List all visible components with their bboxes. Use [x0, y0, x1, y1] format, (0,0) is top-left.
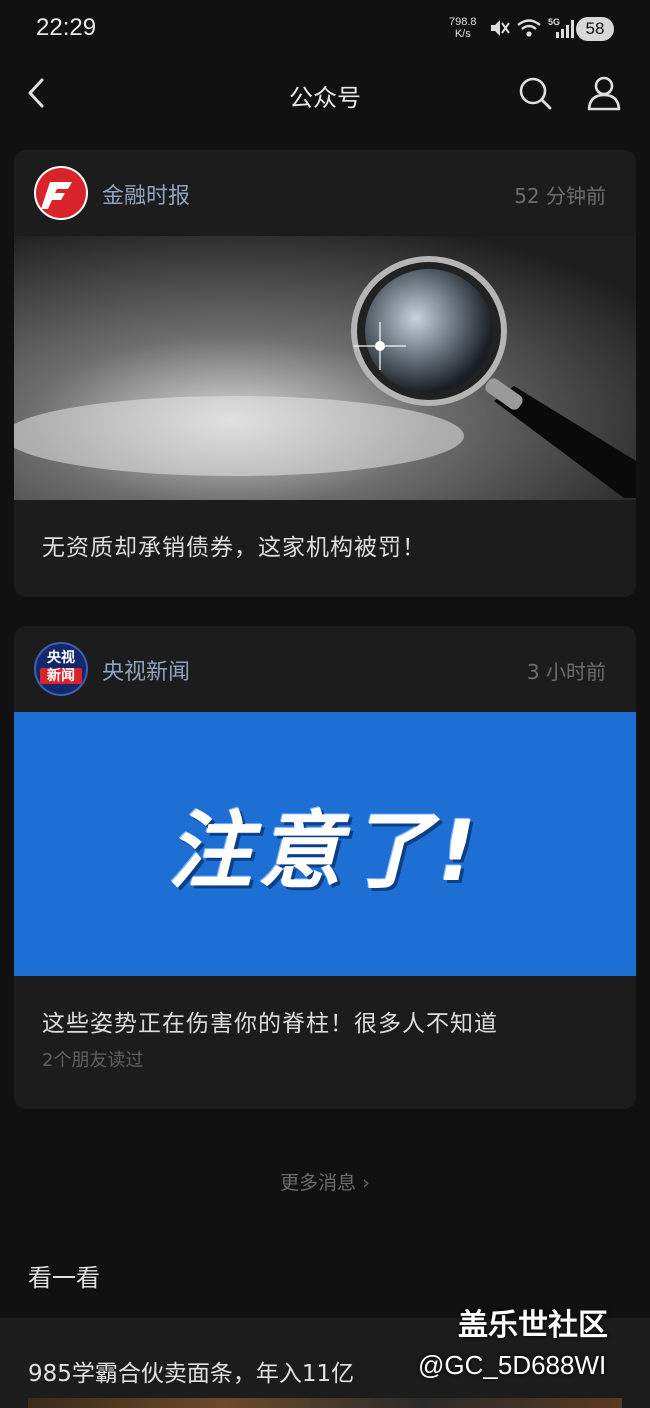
svg-text:5G: 5G: [548, 17, 560, 27]
status-bar: 22:29 798.8 K/s 5G 58: [0, 0, 650, 60]
avatar[interactable]: [34, 166, 88, 220]
feed-article-thumbnail: [28, 1398, 622, 1408]
article-cover-image[interactable]: 注意了!: [14, 712, 636, 976]
account-name[interactable]: 央视新闻: [102, 654, 190, 686]
feed-article-title[interactable]: 985学霸合伙卖面条，年入11亿: [28, 1354, 354, 1388]
article-title[interactable]: 无资质却承销债券，这家机构被罚！: [42, 528, 426, 562]
post-time: 3 小时前: [526, 660, 606, 684]
article-card[interactable]: 央视 新闻 央视新闻 3 小时前 注意了! 这些姿势正在伤害你的脊柱！很多人不知…: [14, 626, 636, 1109]
post-time: 52 分钟前: [514, 184, 606, 208]
watermark-handle: @GC_5D688WI: [418, 1350, 607, 1380]
nav-bar: 公众号: [0, 60, 650, 130]
ft-logo-icon: [36, 168, 86, 218]
friends-read: 2个朋友读过: [42, 1050, 144, 1071]
user-icon[interactable]: [586, 75, 622, 111]
card-header: 金融时报 52 分钟前: [14, 150, 636, 236]
article-card[interactable]: 金融时报 52 分钟前 无资质却承销债券，这家机构被罚！: [14, 150, 636, 597]
battery-indicator: 58: [576, 17, 614, 41]
signal-5g-icon: 5G: [548, 17, 574, 38]
article-cover-image[interactable]: [14, 236, 636, 500]
mute-icon: [491, 20, 510, 36]
network-speed-unit: K/s: [454, 28, 471, 40]
magnifying-glass-image: [14, 236, 636, 500]
cover-text: 注意了!: [167, 801, 483, 900]
account-name[interactable]: 金融时报: [102, 178, 190, 210]
search-icon[interactable]: [518, 76, 552, 110]
network-speed: 798.8 K/s: [449, 16, 477, 40]
status-icons: 5G: [488, 16, 576, 40]
network-speed-value: 798.8: [449, 16, 477, 28]
status-time: 22:29: [36, 14, 97, 41]
article-title[interactable]: 这些姿势正在伤害你的脊柱！很多人不知道: [42, 1004, 498, 1038]
avatar-text-top: 央视: [47, 650, 75, 666]
wifi-icon: [517, 19, 541, 37]
watermark: 盖乐世社区: [458, 1308, 608, 1343]
section-title: 看一看: [28, 1264, 100, 1292]
card-header: 央视 新闻 央视新闻 3 小时前: [14, 626, 636, 712]
avatar-text-bottom: 新闻: [40, 668, 82, 684]
avatar[interactable]: 央视 新闻: [34, 642, 88, 696]
page-title: 公众号: [289, 84, 361, 112]
more-messages-link[interactable]: 更多消息 ›: [0, 1168, 650, 1195]
